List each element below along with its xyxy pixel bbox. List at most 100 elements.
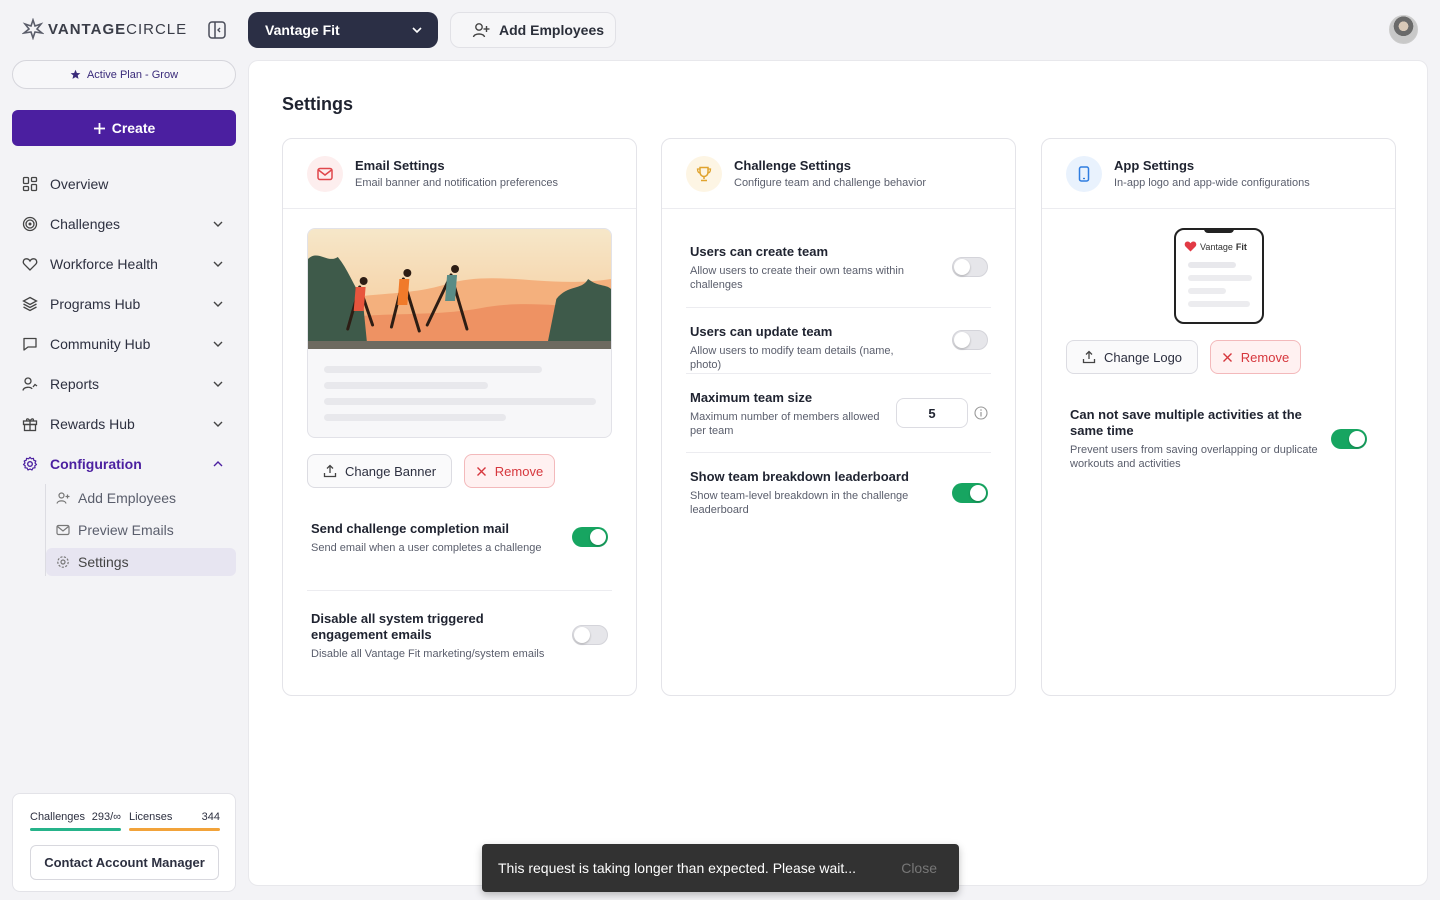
workspace-select[interactable]: Vantage Fit — [248, 12, 438, 48]
gift-icon — [22, 416, 38, 432]
disable-emails-toggle[interactable] — [572, 625, 608, 645]
create-team-toggle[interactable] — [952, 257, 988, 277]
page-title: Settings — [282, 94, 354, 114]
sidebar-subitem-label: Add Employees — [78, 490, 177, 506]
app-logo-text-bold: Fit — [1235, 241, 1247, 252]
challenge-settings-title: Challenge Settings — [734, 158, 852, 173]
setting-create-team: Users can create team Allow users to cre… — [690, 244, 920, 292]
challenge-settings-header: Challenge Settings Configure team and ch… — [662, 139, 1015, 209]
update-team-toggle[interactable] — [952, 330, 988, 350]
user-chart-icon — [22, 376, 38, 392]
change-banner-button[interactable]: Change Banner — [307, 454, 452, 488]
logo-text-bold: VANTAGE — [48, 20, 127, 38]
email-settings-subtitle: Email banner and notification preference… — [355, 177, 559, 189]
create-button[interactable]: Create — [12, 110, 236, 146]
challenge-settings-subtitle: Configure team and challenge behavior — [734, 177, 927, 189]
remove-banner-button[interactable]: Remove — [464, 454, 555, 488]
email-settings-card: Email Settings Email banner and notifica… — [282, 138, 637, 696]
sidebar-item-reports[interactable]: Reports — [12, 364, 236, 404]
max-team-size-input[interactable]: 5 — [896, 398, 968, 428]
active-plan-badge[interactable]: Active Plan - Grow — [12, 60, 236, 89]
change-logo-button[interactable]: Change Logo — [1066, 340, 1198, 374]
heart-logo-icon — [1184, 241, 1197, 252]
challenges-usage-value: 293/∞ — [91, 811, 121, 823]
avatar[interactable] — [1389, 15, 1418, 44]
change-banner-label: Change Banner — [344, 463, 437, 479]
change-logo-label: Change Logo — [1103, 349, 1183, 365]
remove-logo-label: Remove — [1240, 349, 1290, 365]
app-settings-card: App Settings In-app logo and app-wide co… — [1041, 138, 1396, 696]
completion-mail-toggle[interactable] — [572, 527, 608, 547]
setting-description: Show team-level breakdown in the challen… — [690, 490, 909, 516]
sidebar-item-label: Rewards Hub — [50, 416, 135, 432]
licenses-usage-label: Licenses — [129, 811, 173, 823]
setting-description: Allow users to create their own teams wi… — [690, 265, 904, 291]
chevron-up-icon — [213, 461, 223, 467]
chevron-down-icon — [213, 221, 223, 227]
add-employees-button[interactable]: Add Employees — [450, 12, 616, 48]
multiple-activities-toggle[interactable] — [1331, 429, 1367, 449]
sidebar-subitem-label: Settings — [78, 554, 129, 570]
workspace-select-value: Vantage Fit — [265, 22, 340, 38]
sidebar-subitem-add-employees[interactable]: Add Employees — [46, 484, 236, 512]
setting-title: Maximum team size — [690, 390, 813, 405]
sidebar-subitem-preview-emails[interactable]: Preview Emails — [46, 516, 236, 544]
challenges-usage-bar — [30, 828, 121, 831]
mail-icon — [307, 155, 343, 192]
setting-title: Disable all system triggered engagement … — [311, 611, 484, 642]
remove-banner-label: Remove — [494, 463, 544, 479]
layers-icon — [22, 296, 38, 312]
chat-icon — [22, 336, 38, 352]
sidebar-item-challenges[interactable]: Challenges — [12, 204, 236, 244]
sidebar-item-programs-hub[interactable]: Programs Hub — [12, 284, 236, 324]
sidebar-subitem-settings[interactable]: Settings — [46, 548, 236, 576]
close-icon — [476, 466, 486, 476]
email-banner-preview — [307, 228, 612, 438]
sidebar-item-workforce-health[interactable]: Workforce Health — [12, 244, 236, 284]
setting-team-breakdown: Show team breakdown leaderboard Show tea… — [690, 469, 920, 517]
setting-description: Maximum number of members allowed per te… — [690, 411, 880, 437]
setting-title: Send challenge completion mail — [311, 521, 509, 536]
divider — [307, 590, 612, 591]
chevron-down-icon — [213, 381, 223, 387]
gear-icon — [56, 555, 70, 569]
setting-title: Can not save multiple activities at the … — [1070, 407, 1302, 438]
challenges-usage: Challenges 293/∞ — [30, 811, 121, 823]
app-logo-text: Vantage — [1200, 241, 1233, 252]
app-logo-preview: Vantage Fit — [1174, 228, 1264, 324]
setting-title: Users can update team — [690, 324, 833, 339]
contact-account-manager-button[interactable]: Contact Account Manager — [30, 845, 219, 880]
sidebar-item-label: Configuration — [50, 456, 142, 472]
vantage-circle-logo[interactable]: VANTAGECIRCLE — [22, 18, 187, 40]
divider — [686, 307, 991, 308]
sidebar-item-configuration[interactable]: Configuration — [12, 444, 236, 484]
logo-text-light: CIRCLE — [126, 20, 188, 38]
setting-description: Prevent users from saving overlapping or… — [1070, 444, 1318, 470]
sidebar-item-label: Community Hub — [50, 336, 151, 352]
usage-summary: Challenges 293/∞ Licenses 344 Contact Ac… — [12, 793, 236, 892]
setting-description: Allow users to modify team details (name… — [690, 345, 894, 371]
gear-icon — [22, 456, 38, 472]
info-icon[interactable] — [974, 406, 988, 420]
licenses-usage: Licenses 344 — [129, 811, 220, 823]
setting-update-team: Users can update team Allow users to mod… — [690, 324, 920, 372]
divider — [686, 373, 991, 374]
logo-icon — [22, 18, 44, 40]
toast-close-button[interactable]: Close — [901, 860, 937, 876]
sidebar-item-overview[interactable]: Overview — [12, 164, 236, 204]
remove-logo-button[interactable]: Remove — [1210, 340, 1301, 374]
sidebar-item-community-hub[interactable]: Community Hub — [12, 324, 236, 364]
setting-description: Disable all Vantage Fit marketing/system… — [311, 648, 545, 660]
slow-request-toast: This request is taking longer than expec… — [482, 844, 959, 892]
setting-title: Show team breakdown leaderboard — [690, 469, 909, 484]
challenge-settings-card: Challenge Settings Configure team and ch… — [661, 138, 1016, 696]
sidebar-item-label: Programs Hub — [50, 296, 141, 312]
divider — [686, 452, 991, 453]
sidebar-item-label: Overview — [50, 176, 109, 192]
team-breakdown-toggle[interactable] — [952, 483, 988, 503]
upload-icon — [1082, 350, 1096, 364]
target-icon — [22, 216, 38, 232]
app-settings-title: App Settings — [1114, 158, 1195, 173]
sidebar-item-rewards-hub[interactable]: Rewards Hub — [12, 404, 236, 444]
sidebar-toggle-icon[interactable] — [207, 20, 227, 40]
